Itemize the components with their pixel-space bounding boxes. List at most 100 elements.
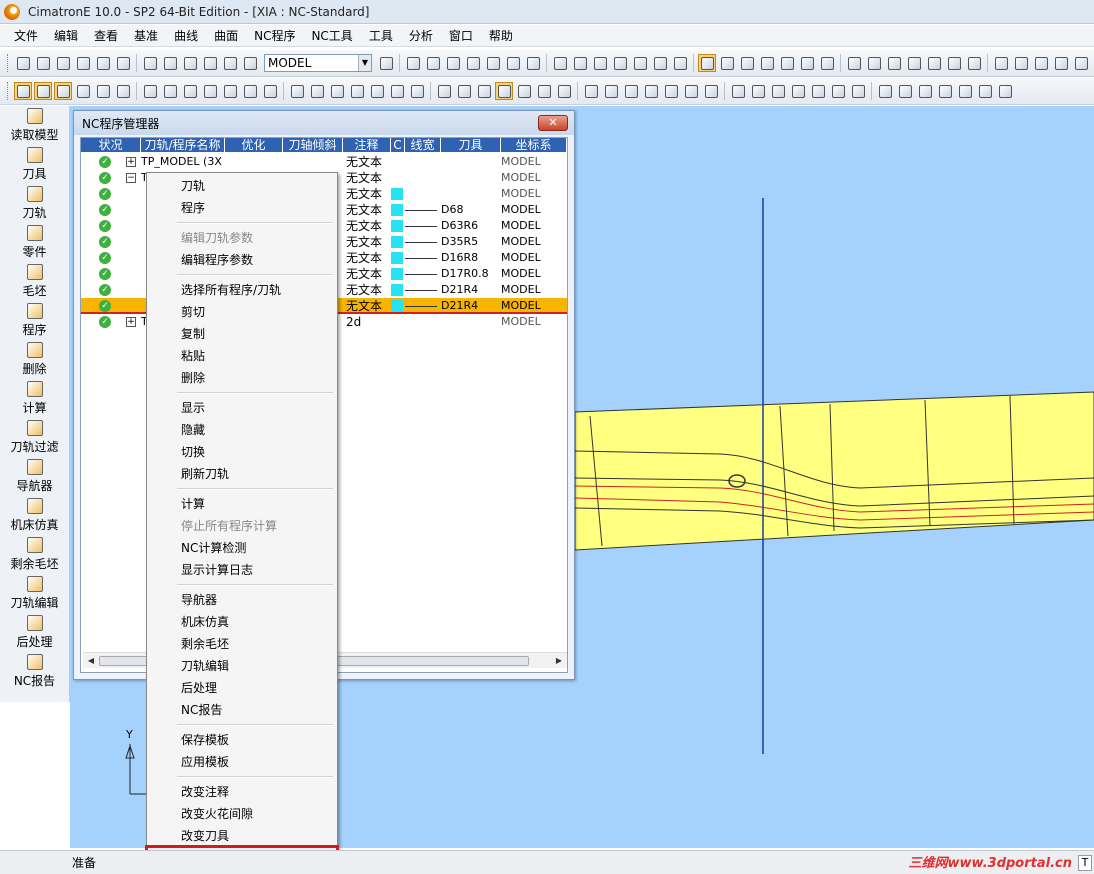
toolbar-tool-icon[interactable] xyxy=(551,54,569,72)
toolbar-tool-icon[interactable] xyxy=(14,54,32,72)
toolbar-tool-icon[interactable] xyxy=(876,82,894,100)
toolbar-tool-icon[interactable] xyxy=(1072,54,1090,72)
left-tool-5[interactable]: 程序 xyxy=(0,301,69,340)
left-tool-10[interactable]: 机床仿真 xyxy=(0,496,69,535)
scroll-right-icon[interactable]: ▶ xyxy=(553,654,565,668)
context-menu-item[interactable]: 复制 xyxy=(147,323,337,345)
toolbar-tool-icon[interactable] xyxy=(582,82,600,100)
toolbar-tool-icon[interactable] xyxy=(992,54,1010,72)
toolbar-tool-icon[interactable] xyxy=(444,54,462,72)
toolbar-tool-icon[interactable] xyxy=(221,82,239,100)
context-menu-item[interactable]: 改变火花间隙 xyxy=(147,803,337,825)
toolbar-tool-icon[interactable] xyxy=(241,54,259,72)
column-header[interactable]: 注释 xyxy=(343,138,391,152)
context-menu-item[interactable]: 刀轨编辑 xyxy=(147,655,337,677)
toolbar-tool-icon[interactable] xyxy=(34,54,52,72)
nc-manager-header[interactable]: NC程序管理器 ✕ xyxy=(74,111,574,135)
toolbar-tool-icon[interactable] xyxy=(622,82,640,100)
scroll-left-icon[interactable]: ◀ xyxy=(85,654,97,668)
toolbar-tool-icon[interactable] xyxy=(682,82,700,100)
toolbar-tool-icon[interactable] xyxy=(181,82,199,100)
toolbar-tool-icon[interactable] xyxy=(524,54,542,72)
toolbar-tool-icon[interactable] xyxy=(758,54,776,72)
toolbar-tool-icon[interactable] xyxy=(261,82,279,100)
toolbar-tool-icon[interactable] xyxy=(424,54,442,72)
menu-item-10[interactable]: 窗口 xyxy=(441,26,481,46)
toolbar-tool-icon[interactable] xyxy=(829,82,847,100)
left-tool-7[interactable]: 计算 xyxy=(0,379,69,418)
menu-item-8[interactable]: 工具 xyxy=(361,26,401,46)
toolbar-tool-icon[interactable] xyxy=(789,82,807,100)
menu-item-7[interactable]: NC工具 xyxy=(303,26,360,46)
toolbar-tool-icon[interactable] xyxy=(571,54,589,72)
close-button[interactable]: ✕ xyxy=(538,115,568,131)
toolbar-tool-icon[interactable] xyxy=(662,82,680,100)
column-header[interactable]: 刀轴倾斜 xyxy=(283,138,343,152)
menu-item-0[interactable]: 文件 xyxy=(6,26,46,46)
menu-item-4[interactable]: 曲线 xyxy=(166,26,206,46)
context-menu-item[interactable]: NC计算检测 xyxy=(147,537,337,559)
context-menu-item[interactable]: 保存模板 xyxy=(147,729,337,751)
toolbar-tool-icon[interactable] xyxy=(798,54,816,72)
left-tool-2[interactable]: 刀轨 xyxy=(0,184,69,223)
toolbar-tool-icon[interactable] xyxy=(74,82,92,100)
toolbar-tool-icon[interactable] xyxy=(161,54,179,72)
toolbar-tool-icon[interactable] xyxy=(368,82,386,100)
column-header[interactable]: 优化 xyxy=(225,138,283,152)
toolbar-tool-icon[interactable] xyxy=(141,82,159,100)
menu-item-5[interactable]: 曲面 xyxy=(206,26,246,46)
toolbar-tool-icon[interactable] xyxy=(905,54,923,72)
toolbar-tool-icon[interactable] xyxy=(698,54,716,72)
context-menu-item[interactable]: 机床仿真 xyxy=(147,611,337,633)
toolbar-tool-icon[interactable] xyxy=(885,54,903,72)
context-menu-item[interactable]: 后处理 xyxy=(147,677,337,699)
toolbar-tool-icon[interactable] xyxy=(14,82,32,100)
toolbar-tool-icon[interactable] xyxy=(54,54,72,72)
toolbar-tool-icon[interactable] xyxy=(241,82,259,100)
expand-toggle-icon[interactable]: + xyxy=(126,157,136,167)
toolbar-tool-icon[interactable] xyxy=(916,82,934,100)
toolbar-tool-icon[interactable] xyxy=(965,54,983,72)
left-tool-14[interactable]: NC报告 xyxy=(0,652,69,691)
menu-item-6[interactable]: NC程序 xyxy=(246,26,303,46)
expand-toggle-icon[interactable]: + xyxy=(126,317,136,327)
toolbar-tool-icon[interactable] xyxy=(845,54,863,72)
table-row[interactable]: ✓ + TP_MODEL (3X 无文本 MODEL xyxy=(81,154,567,170)
context-menu-item[interactable]: 显示 xyxy=(147,397,337,419)
toolbar-tool-icon[interactable] xyxy=(996,82,1014,100)
context-menu-item[interactable]: NC报告 xyxy=(147,699,337,721)
toolbar-tool-icon[interactable] xyxy=(738,54,756,72)
toolbar-tool-icon[interactable] xyxy=(611,54,629,72)
column-header[interactable]: C xyxy=(391,138,405,152)
left-tool-9[interactable]: 导航器 xyxy=(0,457,69,496)
toolbar-tool-icon[interactable] xyxy=(201,54,219,72)
toolbar-tool-icon[interactable] xyxy=(591,54,609,72)
context-menu-item[interactable]: 刷新刀轨 xyxy=(147,463,337,485)
toolbar-tool-icon[interactable] xyxy=(475,82,493,100)
toolbar-tool-icon[interactable] xyxy=(936,82,954,100)
left-tool-11[interactable]: 剩余毛坯 xyxy=(0,535,69,574)
left-tool-3[interactable]: 零件 xyxy=(0,223,69,262)
chevron-down-icon[interactable]: ▼ xyxy=(358,55,371,71)
toolbar-tool-icon[interactable] xyxy=(515,82,533,100)
toolbar-tool-icon[interactable] xyxy=(1052,54,1070,72)
context-menu-item[interactable]: 程序 xyxy=(147,197,337,219)
toolbar-tool-icon[interactable] xyxy=(718,54,736,72)
toolbar-tool-icon[interactable] xyxy=(865,54,883,72)
toolbar-tool-icon[interactable] xyxy=(114,82,132,100)
left-tool-8[interactable]: 刀轨过滤 xyxy=(0,418,69,457)
toolbar-tool-icon[interactable] xyxy=(671,54,689,72)
toolbar-tool-icon[interactable] xyxy=(94,82,112,100)
toolbar-tool-icon[interactable] xyxy=(221,54,239,72)
left-tool-12[interactable]: 刀轨编辑 xyxy=(0,574,69,613)
menu-item-11[interactable]: 帮助 xyxy=(481,26,521,46)
context-menu-item[interactable]: 编辑程序参数 xyxy=(147,249,337,271)
toolbar-tool-icon[interactable] xyxy=(495,82,513,100)
toolbar-tool-icon[interactable] xyxy=(702,82,720,100)
toolbar-tool-icon[interactable] xyxy=(642,82,660,100)
toolbar-tool-icon[interactable] xyxy=(464,54,482,72)
menu-item-3[interactable]: 基准 xyxy=(126,26,166,46)
toolbar-tool-icon[interactable] xyxy=(749,82,767,100)
toolbar-tool-icon[interactable] xyxy=(956,82,974,100)
context-menu-item[interactable]: 剪切 xyxy=(147,301,337,323)
